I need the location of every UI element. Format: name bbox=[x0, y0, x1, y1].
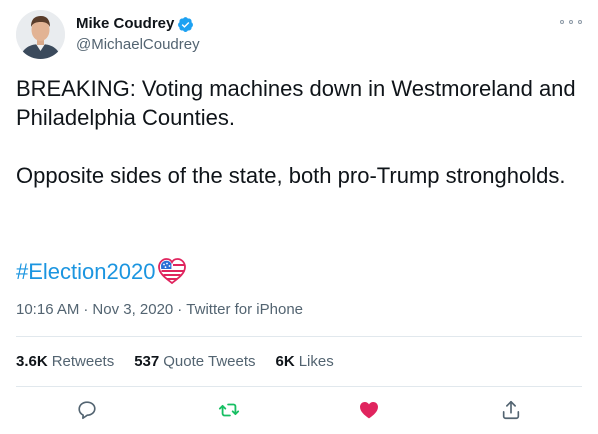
tweet-date[interactable]: Nov 3, 2020 bbox=[92, 301, 173, 318]
avatar[interactable] bbox=[16, 10, 65, 59]
retweets-count: 3.6K bbox=[16, 352, 48, 370]
reply-button[interactable] bbox=[70, 395, 104, 425]
quote-tweets-label: Quote Tweets bbox=[163, 352, 256, 370]
retweet-button[interactable] bbox=[212, 395, 246, 425]
more-dot bbox=[569, 20, 573, 24]
ballot-heart-hashflag-icon bbox=[158, 258, 187, 285]
share-button[interactable] bbox=[494, 395, 528, 425]
more-options-icon[interactable] bbox=[560, 14, 582, 30]
handle[interactable]: @MichaelCoudrey bbox=[76, 35, 200, 55]
retweet-icon bbox=[218, 403, 240, 417]
tweet-meta: 10:16 AM · Nov 3, 2020 · Twitter for iPhone bbox=[16, 300, 303, 320]
likes-stat[interactable]: 6K Likes bbox=[276, 353, 334, 370]
tweet-text: BREAKING: Voting machines down in Westmo… bbox=[16, 74, 582, 190]
likes-label: Likes bbox=[298, 352, 334, 370]
heart-icon bbox=[360, 402, 378, 419]
tweet-actions bbox=[0, 395, 598, 425]
reply-icon bbox=[78, 401, 96, 420]
meta-separator: · bbox=[177, 301, 183, 318]
tweet-header: Mike Coudrey @MichaelCoudrey bbox=[16, 10, 582, 60]
share-icon bbox=[502, 400, 520, 420]
hashtag-line: #Election2020 bbox=[16, 255, 187, 287]
divider bbox=[16, 386, 582, 387]
retweets-stat[interactable]: 3.6K Retweets bbox=[16, 353, 114, 370]
meta-separator: · bbox=[83, 301, 89, 318]
tweet-paragraph: BREAKING: Voting machines down in Westmo… bbox=[16, 76, 576, 130]
tweet-paragraph: Opposite sides of the state, both pro-Tr… bbox=[16, 163, 566, 188]
like-button[interactable] bbox=[352, 395, 386, 425]
likes-count: 6K bbox=[275, 352, 295, 370]
more-dot bbox=[560, 20, 564, 24]
tweet-time[interactable]: 10:16 AM bbox=[16, 301, 79, 318]
tweet-stats: 3.6K Retweets 537 Quote Tweets 6K Likes bbox=[16, 351, 354, 371]
divider bbox=[16, 336, 582, 337]
tweet-source[interactable]: Twitter for iPhone bbox=[186, 301, 303, 318]
name-row: Mike Coudrey bbox=[76, 14, 194, 34]
quote-tweets-stat[interactable]: 537 Quote Tweets bbox=[134, 353, 255, 370]
hashtag-link[interactable]: #Election2020 bbox=[16, 257, 155, 286]
retweets-label: Retweets bbox=[51, 352, 115, 370]
more-dot bbox=[578, 20, 582, 24]
display-name[interactable]: Mike Coudrey bbox=[76, 14, 174, 34]
avatar-image bbox=[16, 10, 65, 59]
quote-tweets-count: 537 bbox=[134, 352, 160, 370]
tweet: Mike Coudrey @MichaelCoudrey BREAKING: V… bbox=[0, 0, 598, 434]
verified-badge-icon bbox=[178, 16, 194, 32]
